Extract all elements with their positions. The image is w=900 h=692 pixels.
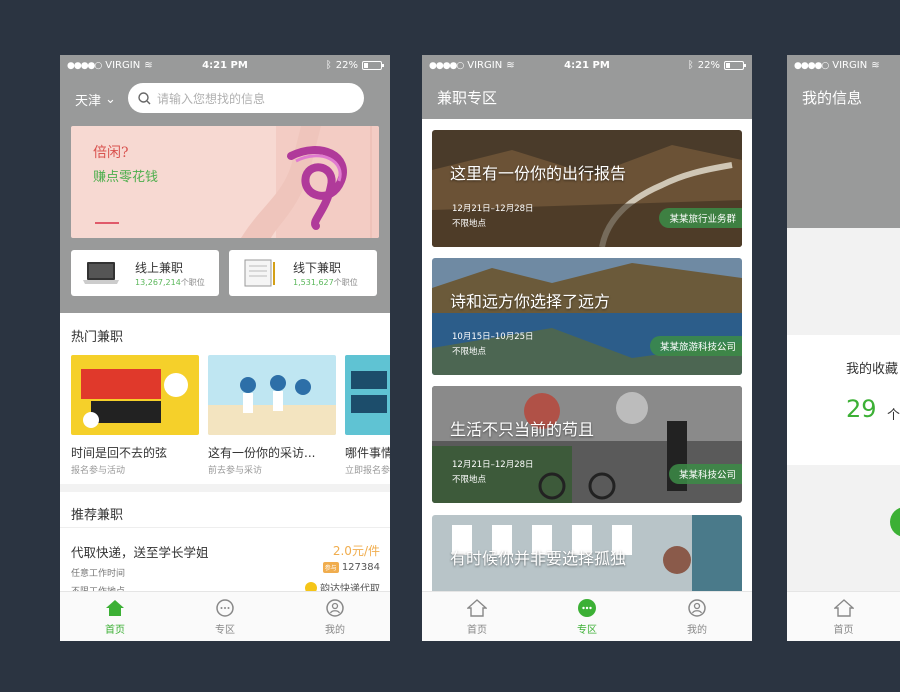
favorites-unit: 个 — [887, 408, 900, 423]
zone-card[interactable]: 诗和远方你选择了远方 10月15日–10月25日 不限地点 某某旅游科技公司 — [432, 258, 742, 375]
tab-home[interactable]: 首页 — [60, 592, 170, 641]
banner-line2: 赚点零花钱 — [93, 170, 159, 185]
laptop-icon — [83, 262, 119, 284]
tab-mine[interactable]: 我的 — [280, 592, 390, 641]
favorites-card[interactable] — [787, 335, 900, 465]
card-image — [432, 258, 742, 375]
job-price: 2.0元/件 — [332, 544, 380, 558]
banner-divider — [95, 222, 119, 224]
search-placeholder: 请输入您想找的信息 — [157, 91, 266, 106]
mine-screen: ●●●●○ VIRGIN ≋ 我的信息 我的收藏 29 个 首页 — [787, 55, 900, 641]
promo-banner[interactable]: 倍闲? 赚点零花钱 — [71, 126, 379, 238]
user-icon — [688, 598, 706, 617]
chat-icon — [578, 598, 596, 617]
home-screen: ●●●●○ VIRGIN ≋ 4:21 PM ᛒ 22% 天津 ⌄ 请输入您想找的信息 … — [60, 55, 390, 641]
signal-icon: ●●●●○ — [794, 60, 829, 71]
battery-level: 22% — [335, 60, 358, 71]
tab-zone[interactable]: 专区 — [170, 592, 280, 641]
card-image — [432, 386, 742, 503]
banner-line1: 倍闲? — [93, 145, 129, 161]
section-divider — [60, 484, 390, 492]
status-bar: ●●●●○ VIRGIN ≋ 4:21 PM ᛒ 22% — [422, 55, 752, 77]
chat-icon — [216, 598, 234, 617]
home-icon — [467, 598, 487, 617]
bluetooth-icon: ᛒ — [325, 60, 332, 71]
notebook-icon — [244, 259, 275, 287]
participants-badge: 参与 — [322, 562, 339, 573]
tab-mine[interactable]: 我的 — [642, 592, 752, 641]
chevron-down-icon: ⌄ — [105, 92, 116, 107]
city-selector[interactable]: 天津 ⌄ — [75, 90, 116, 109]
hot-job-image — [345, 355, 390, 435]
online-jobs-card[interactable]: 线上兼职 13,267,214个职位 — [71, 250, 219, 296]
zone-card[interactable]: 生活不只当前的苟且 12月21日–12月28日 不限地点 某某科技公司 — [432, 386, 742, 503]
hot-job-image — [208, 355, 336, 435]
mine-header — [787, 55, 900, 228]
search-icon — [138, 91, 151, 104]
favorites-label: 我的收藏 — [846, 362, 899, 377]
favorites-count: 29 — [846, 395, 877, 423]
tab-home[interactable]: 首页 — [422, 592, 532, 641]
recommended-title: 推荐兼职 — [71, 508, 124, 523]
participant-count: 127384 — [341, 562, 380, 573]
organizer-badge: 某某旅游科技公司 — [649, 336, 742, 356]
tab-bar: 首页 专区 我的 — [60, 591, 390, 641]
user-icon — [326, 598, 344, 617]
home-icon — [833, 598, 854, 617]
status-bar: ●●●●○ VIRGIN ≋ 4:21 PM ᛒ 22% — [60, 55, 390, 77]
page-title: 我的信息 — [802, 89, 863, 107]
home-icon — [106, 599, 124, 616]
recommended-job-row[interactable]: 代取快递，送至学长学姐 任意工作时间 不限工作地点 2.0元/件 参与12738… — [60, 527, 390, 597]
tab-bar: 首页 专区 我的 — [422, 591, 752, 641]
offline-jobs-card[interactable]: 线下兼职 1,531,627个职位 — [229, 250, 377, 296]
battery-icon — [362, 61, 384, 70]
hot-job-item[interactable]: 这有一份你的采访... 前去参与采访 — [208, 355, 336, 476]
banner-artwork — [241, 126, 379, 238]
tab-bar: 首页 — [787, 591, 900, 641]
bluetooth-icon: ᛒ — [687, 60, 694, 71]
zone-screen: ●●●●○ VIRGIN ≋ 4:21 PM ᛒ 22% 兼职专区 这里有一份你的出行… — [422, 55, 752, 641]
battery-icon — [724, 61, 746, 70]
organizer-badge: 某某科技公司 — [668, 464, 742, 484]
search-input[interactable]: 请输入您想找的信息 — [128, 83, 364, 113]
status-bar: ●●●●○ VIRGIN ≋ — [794, 60, 880, 71]
zone-card[interactable]: 这里有一份你的出行报告 12月21日–12月28日 不限地点 某某旅行业务群 — [432, 130, 742, 247]
tab-home[interactable]: 首页 — [787, 592, 900, 641]
tab-zone[interactable]: 专区 — [532, 592, 642, 641]
wifi-icon: ≋ — [871, 60, 880, 71]
hot-job-item[interactable]: 哪件事情 立即报名参 — [345, 355, 390, 476]
hot-jobs-title: 热门兼职 — [71, 330, 124, 345]
hot-job-item[interactable]: 时间是回不去的弦 报名参与活动 — [71, 355, 199, 476]
organizer-badge: 某某旅行业务群 — [659, 208, 742, 228]
card-image — [432, 130, 742, 247]
hot-job-image — [71, 355, 199, 435]
page-title: 兼职专区 — [437, 89, 498, 107]
